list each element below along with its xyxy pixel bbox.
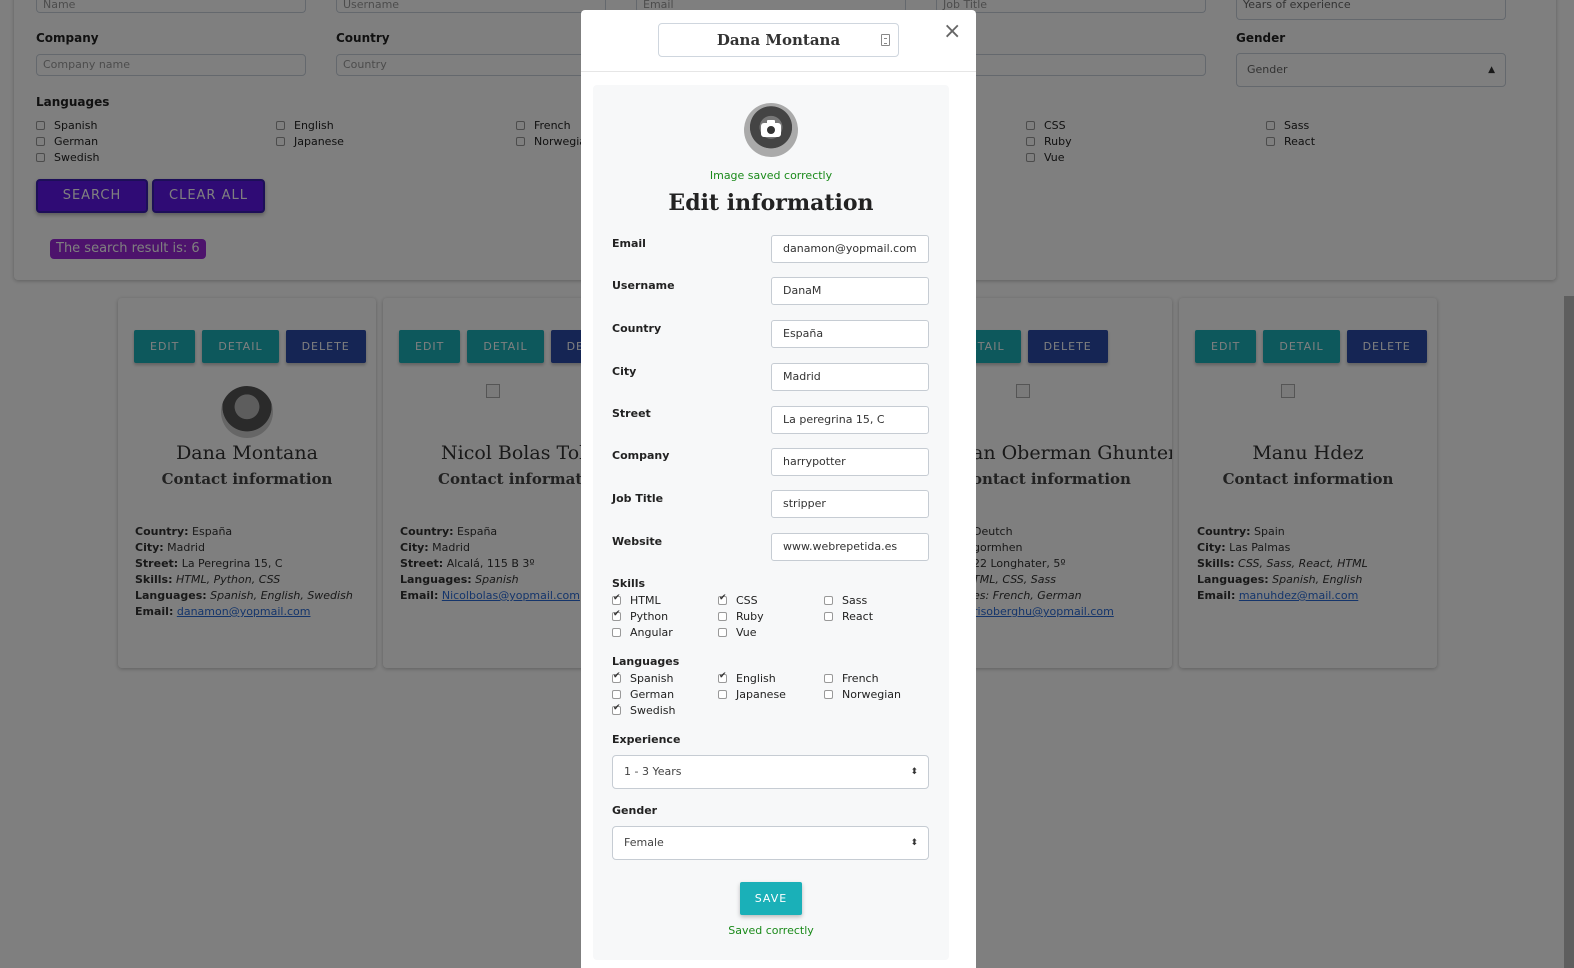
checkbox-icon[interactable] (612, 703, 621, 715)
checkbox-label: Spanish (630, 671, 674, 685)
save-status: Saved correctly (728, 924, 814, 937)
checkbox-icon[interactable] (612, 627, 621, 637)
select-arrows-icon: ⬍ (910, 767, 918, 777)
checkbox-icon[interactable] (718, 611, 727, 621)
checkbox-icon[interactable] (718, 671, 727, 683)
experience-label: Experience (612, 733, 681, 746)
checkbox-label: Vue (736, 625, 757, 639)
skill-checkbox-python[interactable]: Python (612, 608, 668, 624)
checkbox-icon[interactable] (612, 609, 621, 621)
checkbox-label: HTML (630, 593, 661, 607)
checkbox-label: Sass (842, 593, 868, 607)
select-arrows-icon: ⬍ (910, 838, 918, 848)
language-checkbox-french[interactable]: French (824, 670, 879, 686)
modal-body: Image saved correctly Edit information E… (593, 85, 949, 960)
checkbox-icon[interactable] (824, 595, 833, 605)
modal-name-field[interactable]: Dana Montana (658, 23, 899, 57)
skill-checkbox-angular[interactable]: Angular (612, 624, 673, 640)
company-field[interactable]: harrypotter (771, 448, 929, 476)
language-checkbox-japanese[interactable]: Japanese (718, 686, 786, 702)
page-title: Edit information (668, 190, 874, 216)
experience-value: 1 - 3 Years (624, 765, 682, 778)
checkbox-icon[interactable] (718, 627, 727, 637)
checkbox-label: German (630, 687, 675, 701)
skill-checkbox-ruby[interactable]: Ruby (718, 608, 764, 624)
checkbox-icon[interactable] (824, 611, 833, 621)
camera-icon (761, 120, 781, 137)
modal-name: Dana Montana (716, 31, 841, 49)
email-label: Email (612, 237, 646, 250)
skill-checkbox-sass[interactable]: Sass (824, 592, 867, 608)
job-title-label: Job Title (612, 492, 664, 505)
checkbox-label: CSS (736, 593, 758, 607)
username-label: Username (612, 279, 675, 292)
website-label: Website (612, 535, 663, 548)
email-field[interactable]: danamon@yopmail.com (771, 235, 929, 263)
image-status: Image saved correctly (709, 169, 833, 182)
checkbox-label: Ruby (736, 609, 764, 623)
close-icon[interactable]: × (943, 20, 961, 44)
street-field[interactable]: La peregrina 15, C (771, 406, 929, 434)
checkbox-icon[interactable] (612, 671, 621, 683)
checkbox-icon[interactable] (718, 593, 727, 605)
language-checkbox-german[interactable]: German (612, 686, 674, 702)
checkbox-label: Norwegian (842, 687, 901, 701)
country-field[interactable]: España (771, 320, 929, 348)
street-label: Street (612, 407, 651, 420)
checkbox-icon[interactable] (824, 673, 833, 683)
checkbox-icon[interactable] (612, 689, 621, 699)
company-label: Company (612, 449, 670, 462)
website-field[interactable]: www.webrepetida.es (771, 533, 929, 561)
checkbox-label: Swedish (630, 703, 676, 717)
modal-header: Dana Montana × (581, 10, 976, 72)
username-field[interactable]: DanaM (771, 277, 929, 305)
language-checkbox-spanish[interactable]: Spanish (612, 670, 673, 686)
skill-checkbox-react[interactable]: React (824, 608, 873, 624)
checkbox-label: Angular (630, 625, 673, 639)
skills-label: Skills (612, 577, 646, 590)
checkbox-label: French (842, 671, 879, 685)
checkbox-icon[interactable] (718, 689, 727, 699)
skill-checkbox-html[interactable]: HTML (612, 592, 661, 608)
checkbox-label: Python (630, 609, 669, 623)
skill-checkbox-vue[interactable]: Vue (718, 624, 757, 640)
country-label: Country (612, 322, 662, 335)
language-checkbox-norwegian[interactable]: Norwegian (824, 686, 901, 702)
gender-select[interactable]: Female ⬍ (612, 826, 929, 860)
language-checkbox-english[interactable]: English (718, 670, 776, 686)
checkbox-label: React (842, 609, 874, 623)
experience-select[interactable]: 1 - 3 Years ⬍ (612, 755, 929, 789)
save-button[interactable]: SAVE (740, 882, 802, 915)
language-checkbox-swedish[interactable]: Swedish (612, 702, 676, 718)
checkbox-icon[interactable] (612, 593, 621, 605)
city-label: City (612, 365, 637, 378)
gender-label: Gender (612, 804, 658, 817)
city-field[interactable]: Madrid (771, 363, 929, 391)
skill-checkbox-css[interactable]: CSS (718, 592, 758, 608)
job-title-field[interactable]: stripper (771, 490, 929, 518)
checkbox-label: English (736, 671, 776, 685)
document-icon (881, 34, 890, 46)
checkbox-icon[interactable] (824, 689, 833, 699)
checkbox-label: Japanese (736, 687, 786, 701)
gender-value: Female (624, 836, 664, 849)
avatar-upload[interactable] (744, 103, 798, 157)
edit-modal: Dana Montana × Image saved correctly Edi… (581, 10, 976, 968)
languages-label: Languages (612, 655, 680, 668)
